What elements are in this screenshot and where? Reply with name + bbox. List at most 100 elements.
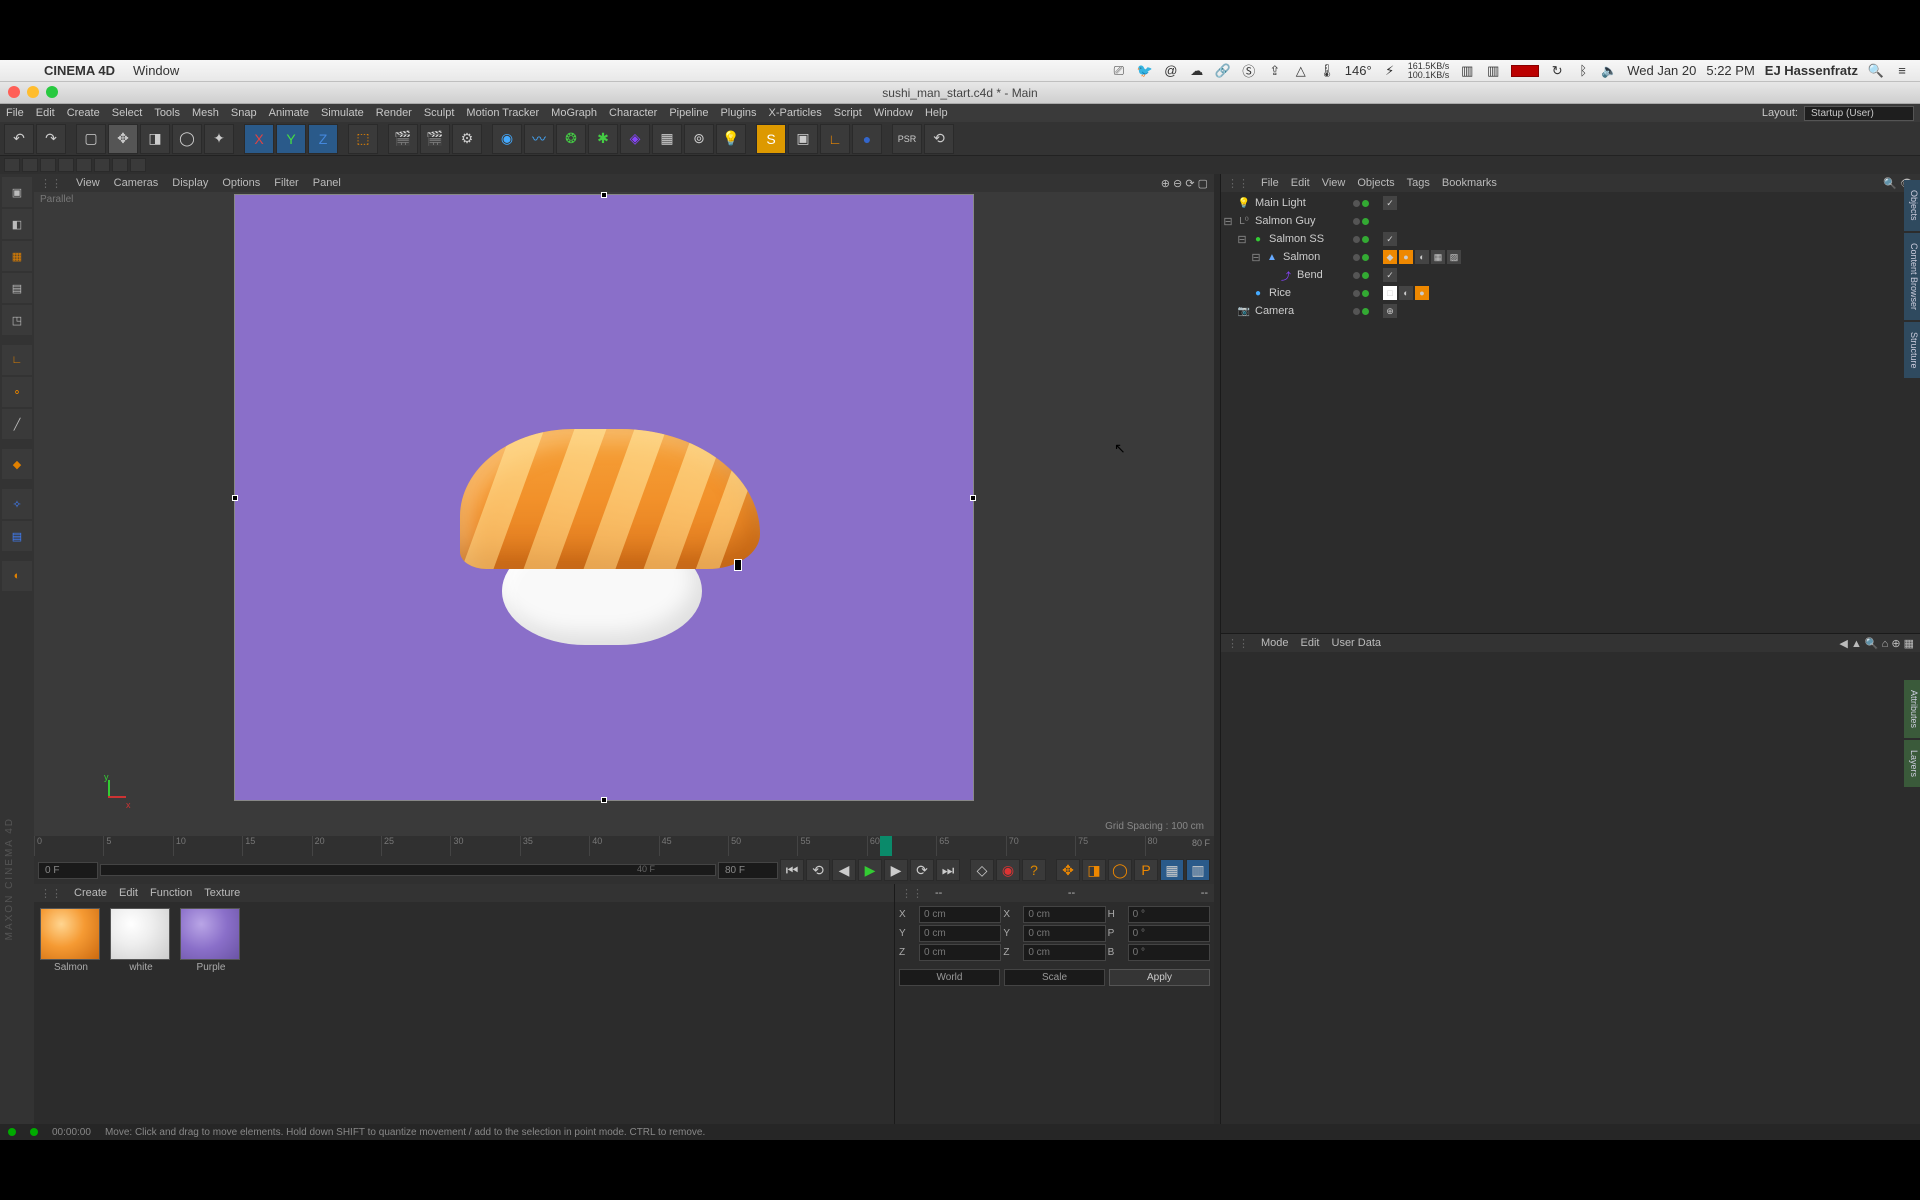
- obj-salmon-guy[interactable]: ⊟L⁰Salmon Guy: [1223, 212, 1918, 230]
- generator-nurbs[interactable]: ❂: [556, 124, 586, 154]
- playhead[interactable]: [880, 836, 892, 856]
- vp-menu-display[interactable]: Display: [172, 177, 208, 189]
- obj-salmon[interactable]: ⊟▲Salmon ◆●◐▦▨: [1223, 248, 1918, 266]
- snap-3[interactable]: [40, 158, 56, 172]
- obj-bend[interactable]: ⤴Bend ✓: [1223, 266, 1918, 284]
- pos-x[interactable]: [919, 906, 1001, 923]
- menu-mograph[interactable]: MoGraph: [551, 107, 597, 119]
- move-tool[interactable]: ✥: [108, 124, 138, 154]
- at-icon[interactable]: @: [1163, 63, 1179, 79]
- menu-pipeline[interactable]: Pipeline: [669, 107, 708, 119]
- am-nav-icons[interactable]: ◀ ▲ 🔍 ⌂ ⊕ ▦: [1839, 637, 1914, 650]
- mm-menu-texture[interactable]: Texture: [204, 887, 240, 899]
- menu-tools[interactable]: Tools: [154, 107, 180, 119]
- range-to[interactable]: 80 F: [718, 862, 778, 879]
- om-menu-tags[interactable]: Tags: [1407, 177, 1430, 189]
- bluetooth-icon[interactable]: ᛒ: [1575, 63, 1591, 79]
- make-editable[interactable]: ▣: [2, 177, 32, 207]
- wifi-icon[interactable]: ⚡︎: [1382, 63, 1398, 79]
- edge-mode[interactable]: ╱: [2, 409, 32, 439]
- obj-rice[interactable]: ●Rice □◐●: [1223, 284, 1918, 302]
- reset-button[interactable]: ⟲: [924, 124, 954, 154]
- light-button[interactable]: 💡: [716, 124, 746, 154]
- tab-content-browser[interactable]: Content Browser: [1904, 233, 1920, 320]
- scale-tool[interactable]: ◨: [140, 124, 170, 154]
- clock-date[interactable]: Wed Jan 20: [1627, 63, 1696, 78]
- menu-snap[interactable]: Snap: [231, 107, 257, 119]
- vp-menu-view[interactable]: View: [76, 177, 100, 189]
- om-menu-bookmarks[interactable]: Bookmarks: [1442, 177, 1497, 189]
- tab-layers[interactable]: Layers: [1904, 740, 1920, 787]
- menu-character[interactable]: Character: [609, 107, 657, 119]
- prev-frame[interactable]: ◀: [832, 859, 856, 881]
- snap-1[interactable]: [4, 158, 20, 172]
- grip-icon[interactable]: ⋮⋮: [1227, 637, 1249, 650]
- model-mode[interactable]: ◧: [2, 209, 32, 239]
- snap-5[interactable]: [76, 158, 92, 172]
- range-slider[interactable]: 40 F: [100, 864, 716, 876]
- coord-size-dropdown[interactable]: Scale: [1004, 969, 1105, 986]
- menu-sculpt[interactable]: Sculpt: [424, 107, 455, 119]
- rotate-tool[interactable]: ◯: [172, 124, 202, 154]
- menu-help[interactable]: Help: [925, 107, 948, 119]
- render-view[interactable]: 🎬: [388, 124, 418, 154]
- menu-file[interactable]: File: [6, 107, 24, 119]
- app-name[interactable]: CINEMA 4D: [44, 63, 115, 78]
- volume-icon[interactable]: 🔈: [1601, 63, 1617, 79]
- skype-icon[interactable]: Ⓢ: [1241, 63, 1257, 79]
- vp-nav-icons[interactable]: ⊕ ⊖ ⟳ ▢: [1161, 177, 1208, 190]
- menu-plugins[interactable]: Plugins: [720, 107, 756, 119]
- axis-y-toggle[interactable]: Y: [276, 124, 306, 154]
- vp-menu-filter[interactable]: Filter: [274, 177, 298, 189]
- timemachine-icon[interactable]: ↻: [1549, 63, 1565, 79]
- close-button[interactable]: [8, 86, 20, 98]
- tab-structure[interactable]: Structure: [1904, 322, 1920, 379]
- menu-edit[interactable]: Edit: [36, 107, 55, 119]
- tab-attributes[interactable]: Attributes: [1904, 680, 1920, 738]
- axis-mode[interactable]: ∟: [2, 345, 32, 375]
- cloud-icon[interactable]: ☁: [1189, 63, 1205, 79]
- minimize-button[interactable]: [27, 86, 39, 98]
- menu-select[interactable]: Select: [112, 107, 143, 119]
- om-menu-view[interactable]: View: [1322, 177, 1346, 189]
- menu-motiontracker[interactable]: Motion Tracker: [466, 107, 539, 119]
- snap-2[interactable]: [22, 158, 38, 172]
- menu-mesh[interactable]: Mesh: [192, 107, 219, 119]
- obj-camera[interactable]: 📷Camera ⊕: [1223, 302, 1918, 320]
- snap-4[interactable]: [58, 158, 74, 172]
- vp-menu-cameras[interactable]: Cameras: [114, 177, 159, 189]
- key-pos[interactable]: ✥: [1056, 859, 1080, 881]
- menu-window[interactable]: Window: [874, 107, 913, 119]
- plugin-angle[interactable]: ∟: [820, 124, 850, 154]
- redo-button[interactable]: ↷: [36, 124, 66, 154]
- autokey[interactable]: ◉: [996, 859, 1020, 881]
- om-menu-objects[interactable]: Objects: [1357, 177, 1394, 189]
- pos-y[interactable]: [919, 925, 1001, 942]
- zoom-button[interactable]: [46, 86, 58, 98]
- grip-icon[interactable]: ⋮⋮: [40, 887, 62, 900]
- isoline-mode[interactable]: ◐: [2, 561, 32, 591]
- rot-p[interactable]: [1128, 925, 1210, 942]
- menu-xparticles[interactable]: X-Particles: [769, 107, 822, 119]
- apple-icon[interactable]: [10, 63, 26, 79]
- size-y[interactable]: [1023, 925, 1105, 942]
- snap-7[interactable]: [112, 158, 128, 172]
- next-frame[interactable]: ▶: [884, 859, 908, 881]
- polygon-mode[interactable]: ◆: [2, 449, 32, 479]
- tweak-mode[interactable]: ✧: [2, 489, 32, 519]
- plugin-sphere[interactable]: ●: [852, 124, 882, 154]
- vp-menu-options[interactable]: Options: [222, 177, 260, 189]
- temp-icon[interactable]: 🌡: [1319, 63, 1335, 79]
- menu-animate[interactable]: Animate: [269, 107, 309, 119]
- grip-icon[interactable]: ⋮⋮: [1227, 177, 1249, 190]
- spline-pen[interactable]: 〰: [524, 124, 554, 154]
- axis-z-toggle[interactable]: Z: [308, 124, 338, 154]
- cpu-meter[interactable]: [1511, 65, 1539, 77]
- grip-icon[interactable]: ⋮⋮: [901, 887, 923, 900]
- rot-h[interactable]: [1128, 906, 1210, 923]
- mac-menu-window[interactable]: Window: [133, 63, 179, 78]
- material-salmon[interactable]: Salmon: [40, 908, 102, 973]
- clock-time[interactable]: 5:22 PM: [1706, 63, 1754, 78]
- material-purple[interactable]: Purple: [180, 908, 242, 973]
- menu-script[interactable]: Script: [834, 107, 862, 119]
